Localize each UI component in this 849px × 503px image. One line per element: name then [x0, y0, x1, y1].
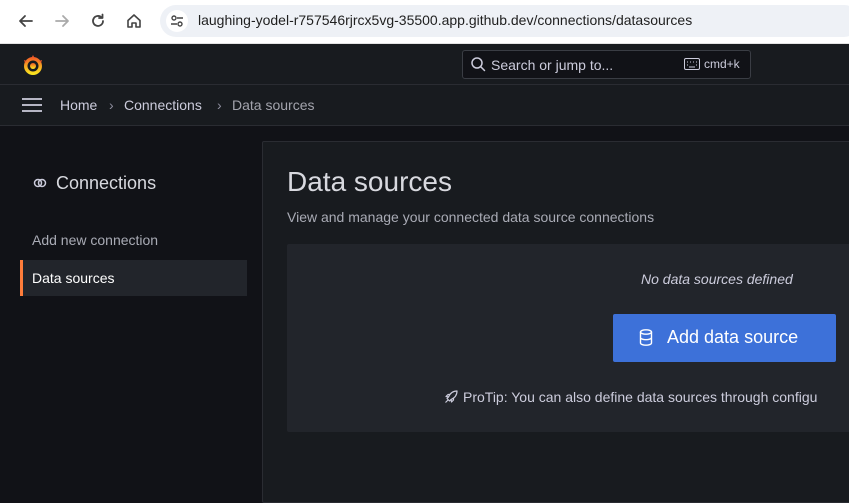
add-data-source-button[interactable]: Add data source — [613, 314, 836, 362]
search-placeholder[interactable]: Search or jump to... — [491, 57, 613, 73]
sidebar-item-label: Data sources — [32, 270, 115, 286]
database-icon — [639, 329, 653, 346]
empty-state-message: No data sources defined — [641, 271, 793, 287]
hamburger-menu-icon[interactable] — [22, 98, 42, 112]
back-button[interactable] — [14, 9, 38, 33]
home-icon — [127, 14, 141, 28]
protip-text: ProTip: You can also define data sources… — [463, 389, 818, 405]
home-button[interactable] — [122, 9, 146, 33]
breadcrumb-separator: › — [109, 97, 114, 113]
breadcrumb-connections[interactable]: Connections — [124, 97, 202, 113]
reload-button[interactable] — [86, 9, 110, 33]
back-arrow-icon — [19, 15, 33, 27]
page-title: Data sources — [287, 166, 452, 197]
keyboard-icon — [684, 58, 700, 70]
grafana-logo-icon[interactable] — [21, 54, 45, 78]
page-subtitle: View and manage your connected data sour… — [287, 209, 655, 225]
search-icon — [471, 57, 486, 72]
forward-arrow-icon — [55, 15, 69, 27]
add-data-source-label: Add data source — [667, 327, 799, 347]
tune-icon — [171, 15, 183, 27]
breadcrumb-separator: › — [217, 97, 222, 113]
shortcut-hint: cmd+k — [704, 57, 740, 71]
forward-button[interactable] — [50, 9, 74, 33]
site-info-button[interactable] — [166, 10, 188, 32]
sidebar-item-add-new-connection[interactable]: Add new connection — [20, 222, 247, 258]
url-text[interactable]: laughing-yodel-r757546rjrcx5vg-35500.app… — [198, 12, 692, 28]
sidebar-item-label: Add new connection — [32, 232, 159, 248]
rocket-icon — [445, 390, 458, 403]
link-icon — [33, 178, 47, 188]
sidebar-item-data-sources[interactable]: Data sources — [20, 260, 247, 296]
breadcrumb-current: Data sources — [232, 97, 315, 113]
sidebar-title: Connections — [56, 173, 157, 193]
breadcrumb-home[interactable]: Home — [60, 97, 97, 113]
reload-icon — [92, 13, 104, 27]
